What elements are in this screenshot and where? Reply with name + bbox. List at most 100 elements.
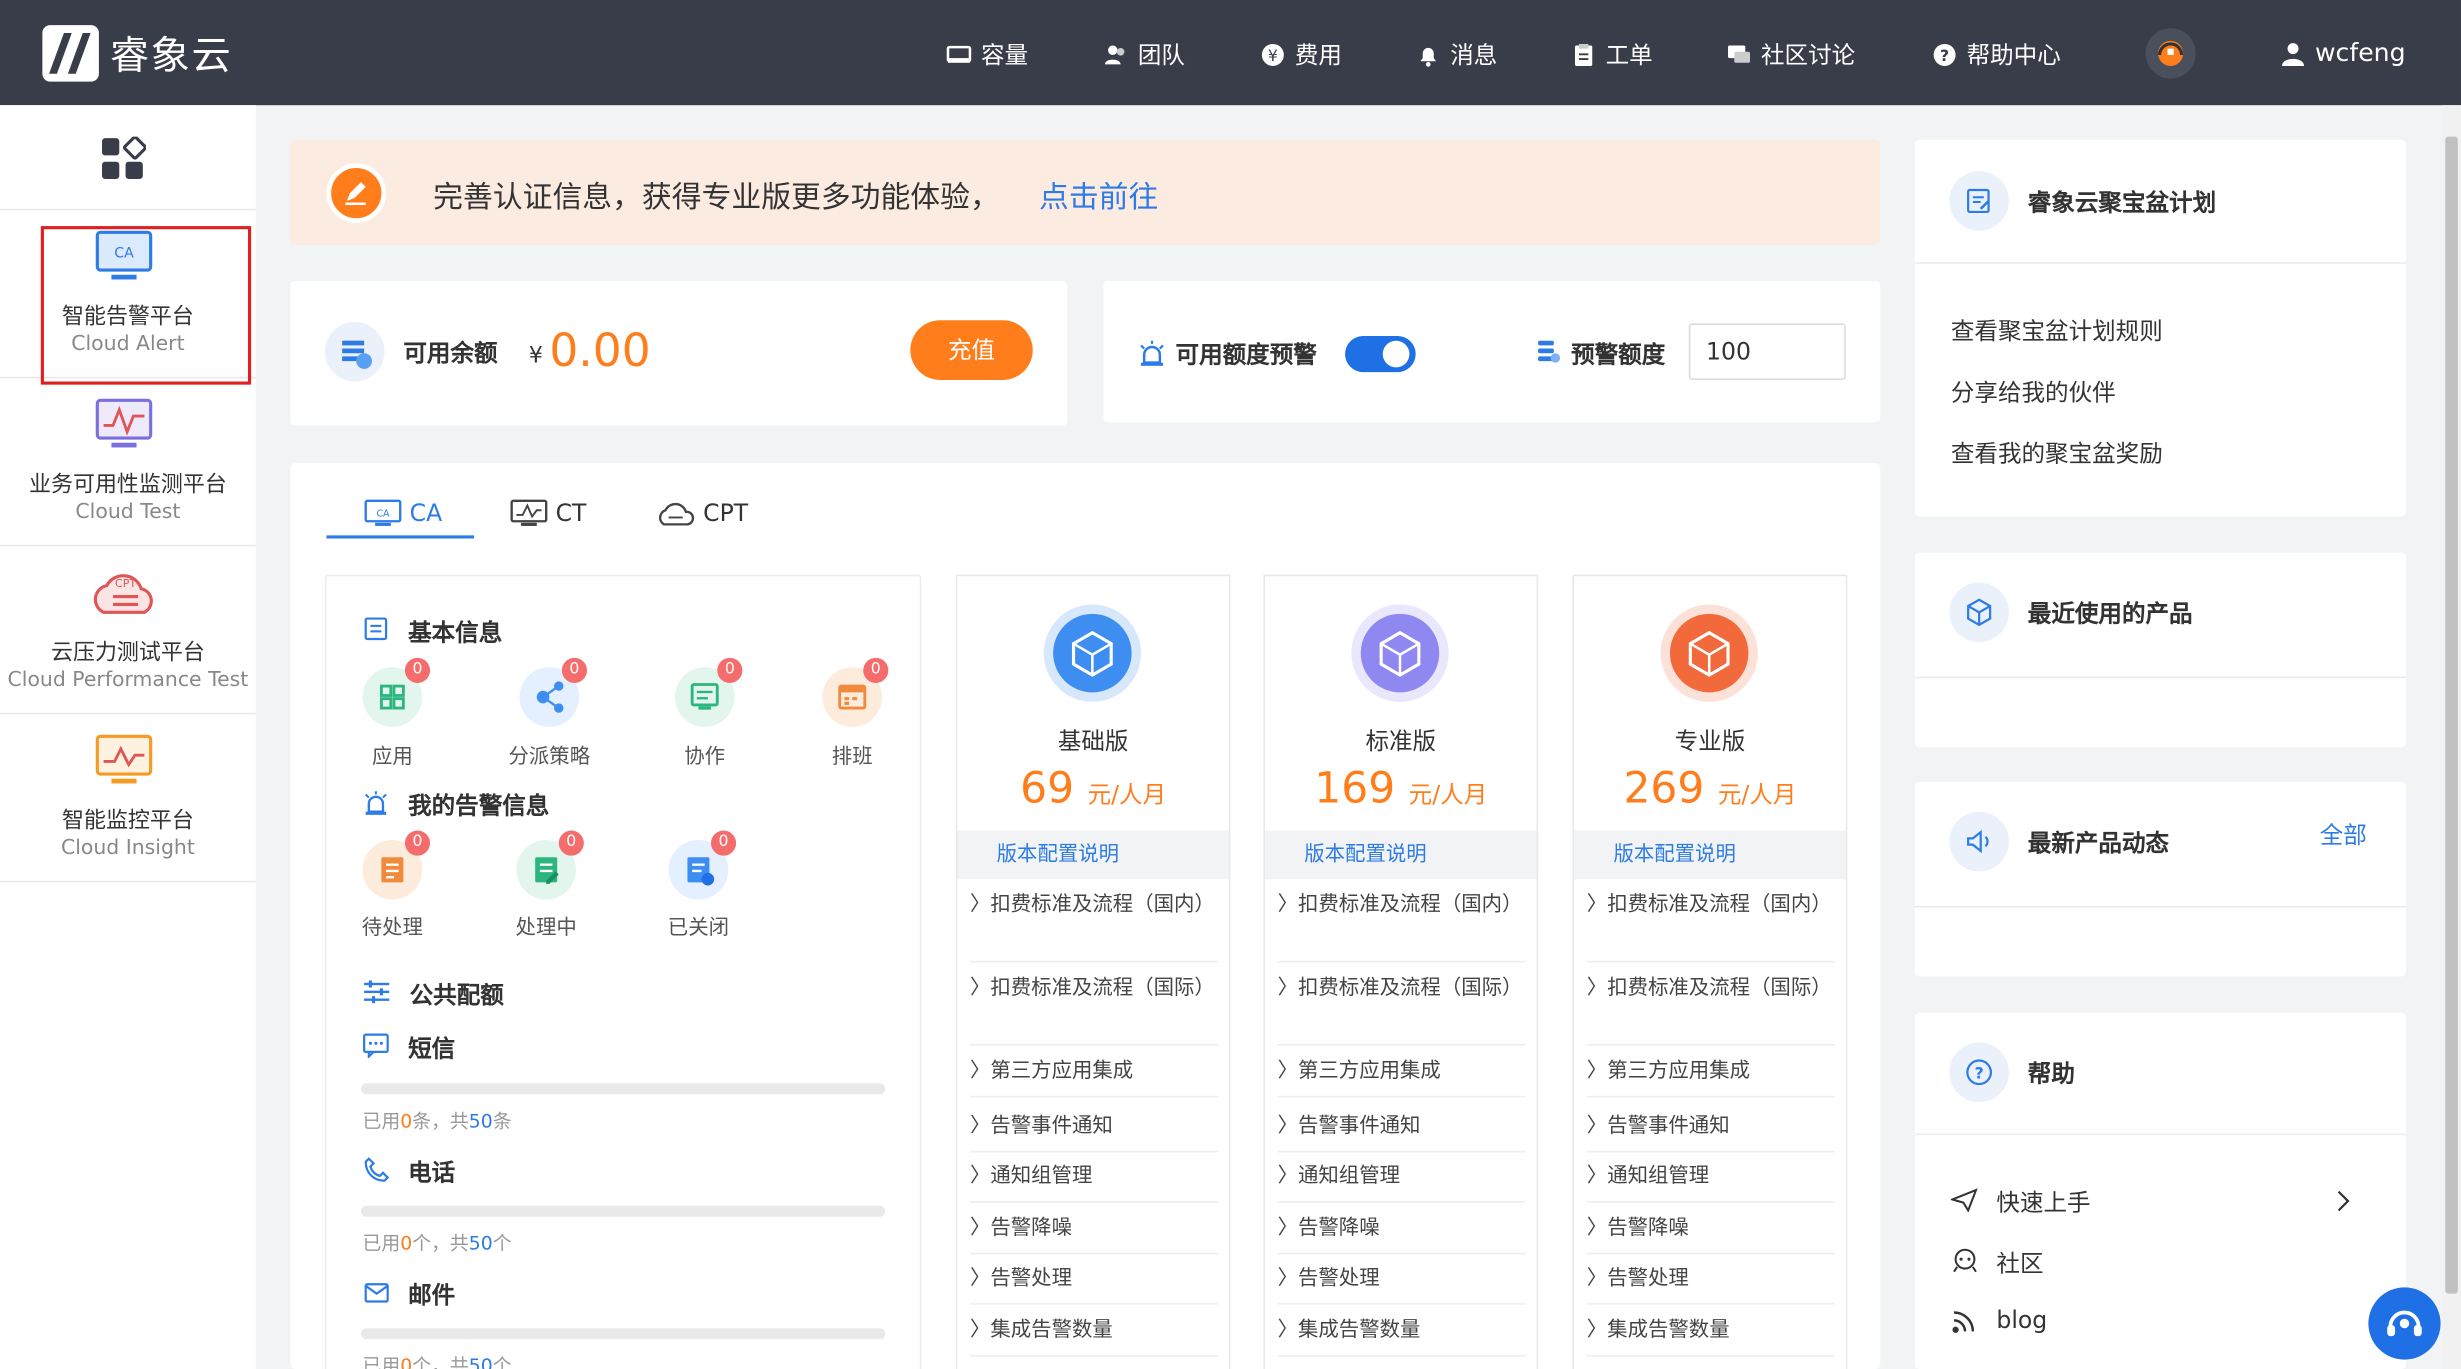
tab-ct[interactable]: CT [510, 499, 586, 528]
count-badge: 0 [710, 830, 737, 856]
plan-config-link[interactable]: 版本配置说明 [1574, 830, 1846, 880]
sidebar-item-cloud-test[interactable]: 业务可用性监测平台 Cloud Test [0, 378, 256, 547]
plan-config-link[interactable]: 版本配置说明 [1265, 830, 1537, 880]
plan-icon [1351, 604, 1449, 702]
hdd-icon [946, 45, 972, 63]
plan-feature-item[interactable]: 〉告警处理 [1277, 1258, 1526, 1305]
sidebar-item-cloud-performance-test[interactable]: CPT 云压力测试平台 Cloud Performance Test [0, 546, 256, 715]
nav-ticket[interactable]: 工单 [1571, 38, 1653, 71]
plan-feature-item[interactable]: 〉告警降噪 [1586, 1207, 1835, 1255]
alert-toggle[interactable] [1345, 335, 1416, 373]
page-scrollbar[interactable] [2442, 105, 2461, 1369]
plan-feature-item[interactable]: 〉告警事件通知 [1277, 1105, 1526, 1153]
chevron-right-icon: 〉 [1277, 1114, 1299, 1139]
plan-feature-item[interactable]: 〉扣费标准及流程（国内） [1586, 884, 1835, 963]
plan-feature-item[interactable]: 〉集成告警数量 [1277, 1309, 1526, 1357]
phone-usage-text: 已用0个，共50个 [362, 1232, 512, 1255]
plan-feature-item[interactable]: 〉告警事件通知 [969, 1105, 1218, 1153]
divider [1914, 1133, 2407, 1136]
nav-message[interactable]: 消息 [1416, 38, 1497, 71]
plan-card[interactable]: 基础版 69 元/人月 版本配置说明 〉扣费标准及流程（国内） 〉扣费标准及流程（国际）… [955, 574, 1231, 1369]
plan-feature-item[interactable]: 〉扣费标准及流程（国际） [969, 967, 1218, 1046]
nav-help[interactable]: ? 帮助中心 [1932, 38, 2061, 71]
nav-fee[interactable]: ¥ 费用 [1260, 38, 1342, 71]
logo-icon[interactable] [42, 25, 99, 82]
phone-title: 电话 [408, 1158, 456, 1187]
alarm-icon [364, 791, 387, 815]
service-avatar[interactable] [2145, 28, 2196, 79]
community-icon [1953, 1248, 1977, 1273]
plan-price: 69 元/人月 [1020, 764, 1167, 814]
quota-input[interactable] [1688, 323, 1846, 380]
plan-config-link[interactable]: 版本配置说明 [957, 830, 1229, 880]
treasure-plan-header: 睿象云聚宝盆计划 [1949, 171, 2216, 231]
apps-grid-button[interactable] [0, 105, 256, 211]
chevron-right-icon: 〉 [969, 1266, 991, 1291]
sms-usage-text: 已用0条，共50条 [362, 1109, 512, 1132]
plan-feature-item[interactable]: 〉集成告警数量 [1586, 1309, 1835, 1357]
quick-start-link[interactable]: 快速上手 [1996, 1185, 2090, 1218]
banner-link[interactable]: 点击前往 [1039, 174, 1158, 216]
chevron-right-icon: 〉 [1277, 976, 1299, 1001]
my-reward-link[interactable]: 查看我的聚宝盆奖励 [1951, 436, 2163, 469]
nav-community[interactable]: 社区讨论 [1726, 38, 1855, 71]
svg-text:?: ? [1975, 1064, 1984, 1083]
sidebar-item-title: 智能监控平台 [61, 808, 194, 834]
news-all-link[interactable]: 全部 [2320, 818, 2367, 851]
plan-feature-item[interactable]: 〉告警降噪 [1277, 1207, 1526, 1255]
clipboard-icon [1574, 43, 1593, 66]
chevron-right-icon[interactable] [2335, 1190, 2351, 1212]
headset-icon [2387, 1310, 2422, 1337]
plan-feature-item[interactable]: 〉扣费标准及流程（国际） [1586, 967, 1835, 1046]
phone-icon [364, 1157, 390, 1182]
plan-feature-item[interactable]: 〉告警事件通知 [1586, 1105, 1835, 1153]
blog-link[interactable]: blog [1996, 1306, 2047, 1334]
plan-feature-item[interactable]: 〉集成告警数量 [969, 1309, 1218, 1357]
chat-float-button[interactable] [2368, 1287, 2441, 1360]
plan-feature-item[interactable]: 〉扣费标准及流程（国际） [1277, 967, 1526, 1046]
help-card: ? 帮助 快速上手 社区 blog [1914, 1012, 2407, 1369]
wallet-icon [324, 321, 385, 382]
product-news-header: 最新产品动态 [1949, 811, 2169, 872]
speaker-icon [1949, 811, 2009, 872]
apps-grid-icon [102, 136, 146, 179]
plan-price: 269 元/人月 [1623, 764, 1797, 814]
coins-stack-icon [1538, 340, 1561, 363]
tab-ca[interactable]: CA CA [364, 499, 442, 528]
treasure-plan-card: 睿象云聚宝盆计划 查看聚宝盆计划规则 分享给我的伙伴 查看我的聚宝盆奖励 [1914, 139, 2407, 517]
monitor-ct-icon [510, 499, 548, 526]
tab-cpt[interactable]: CPT [654, 499, 748, 528]
plan-feature-item[interactable]: 〉告警处理 [1586, 1258, 1835, 1305]
alert-label: 可用额度预警 [1175, 340, 1317, 369]
plan-card[interactable]: 专业版 269 元/人月 版本配置说明 〉扣费标准及流程（国内） 〉扣费标准及流程（国际… [1572, 574, 1848, 1369]
chevron-right-icon: 〉 [969, 1164, 991, 1189]
logo-text[interactable]: 睿象云 [110, 25, 232, 82]
plan-feature-item[interactable]: 〉扣费标准及流程（国内） [969, 884, 1218, 963]
plan-feature-item[interactable]: 〉告警处理 [969, 1258, 1218, 1305]
tab-active-underline [326, 535, 474, 539]
plan-feature-item[interactable]: 〉告警降噪 [969, 1207, 1218, 1255]
plan-feature-item[interactable]: 〉第三方应用集成 [969, 1050, 1218, 1098]
cube-icon [1949, 582, 2009, 643]
treasure-rules-link[interactable]: 查看聚宝盆计划规则 [1951, 314, 2163, 347]
sidebar-item-cloud-insight[interactable]: 智能监控平台 Cloud Insight [0, 714, 256, 883]
user-menu[interactable]: wcfeng [2280, 38, 2406, 68]
app-label: 应用 [371, 745, 413, 770]
sms-title: 短信 [408, 1034, 456, 1063]
plan-feature-item[interactable]: 〉通知组管理 [1586, 1156, 1835, 1203]
community-link[interactable]: 社区 [1996, 1247, 2043, 1280]
recharge-button[interactable]: 充值 [910, 320, 1033, 380]
divider [1914, 676, 2407, 679]
plan-feature-item[interactable]: 〉第三方应用集成 [1277, 1050, 1526, 1098]
plan-card[interactable]: 标准版 169 元/人月 版本配置说明 〉扣费标准及流程（国内） 〉扣费标准及流程（国际… [1263, 574, 1539, 1369]
email-title: 邮件 [408, 1281, 456, 1310]
currency-symbol: ¥ [528, 343, 543, 369]
scrollbar-thumb[interactable] [2445, 136, 2458, 1294]
plan-feature-item[interactable]: 〉通知组管理 [969, 1156, 1218, 1203]
nav-team[interactable]: 团队 [1103, 38, 1185, 71]
plan-feature-item[interactable]: 〉第三方应用集成 [1586, 1050, 1835, 1098]
plan-feature-item[interactable]: 〉通知组管理 [1277, 1156, 1526, 1203]
plan-feature-item[interactable]: 〉扣费标准及流程（国内） [1277, 884, 1526, 963]
share-partner-link[interactable]: 分享给我的伙伴 [1951, 375, 2116, 408]
nav-capacity[interactable]: 容量 [946, 38, 1028, 71]
